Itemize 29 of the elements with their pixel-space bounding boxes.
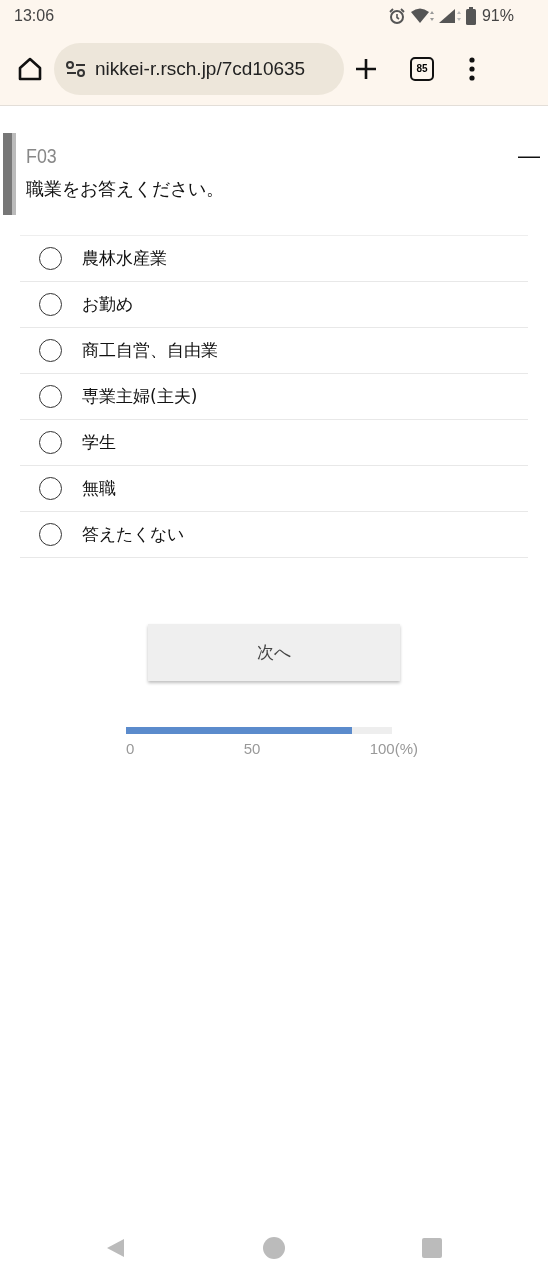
next-button[interactable]: 次へ xyxy=(148,624,400,681)
site-settings-icon xyxy=(65,59,87,78)
collapse-button[interactable]: — xyxy=(518,143,540,169)
plus-icon xyxy=(355,57,377,80)
question-code: F03 xyxy=(26,144,57,168)
wifi-icon xyxy=(409,8,434,24)
progress-tick-label: 50 xyxy=(243,740,261,757)
address-bar[interactable]: nikkei-r.rsch.jp/7cd10635 xyxy=(54,42,344,95)
alarm-icon xyxy=(387,7,406,25)
question-text: 職業をお答えください。 xyxy=(26,177,225,201)
answer-option[interactable]: 専業主婦(主夫) xyxy=(20,374,528,420)
home-icon xyxy=(17,55,43,82)
answer-option[interactable]: 農林水産業 xyxy=(20,236,528,282)
progress-tick-label: 0 xyxy=(126,740,135,757)
answer-option[interactable]: お勤め xyxy=(20,282,528,328)
answer-option[interactable]: 学生 xyxy=(20,420,528,466)
home-circle-icon xyxy=(263,1237,285,1259)
more-icon xyxy=(469,56,475,81)
battery-icon xyxy=(465,7,476,25)
tab-count-button[interactable]: 85 xyxy=(410,56,434,81)
status-time: 13:06 xyxy=(14,7,55,25)
answer-option[interactable]: 商工自営、自由業 xyxy=(20,328,528,374)
signal-icon xyxy=(437,8,462,24)
answer-option[interactable]: 無職 xyxy=(20,466,528,512)
url-text: nikkei-r.rsch.jp/7cd10635 xyxy=(95,57,306,80)
recents-icon xyxy=(422,1238,442,1258)
battery-level: 91% xyxy=(481,7,514,25)
progress-tick-label: 100(%) xyxy=(369,740,418,757)
answer-option[interactable]: 答えたくない xyxy=(20,512,528,558)
